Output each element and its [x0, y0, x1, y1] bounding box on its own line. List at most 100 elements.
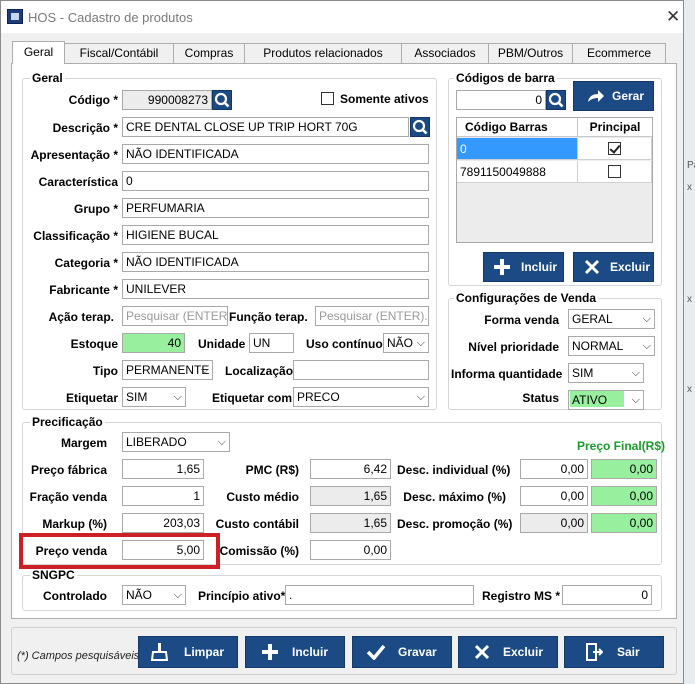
- controlado-select[interactable]: NÃO ⌵: [122, 585, 186, 605]
- chevron-down-icon: ⌵: [200, 364, 209, 376]
- custo-contabil-label: Custo contábil: [215, 517, 299, 531]
- codigo-search-button[interactable]: [212, 90, 232, 110]
- excluir-label: Excluir: [610, 260, 651, 274]
- markup-field[interactable]: 203,03: [122, 513, 204, 533]
- codigo-field[interactable]: 990008273: [122, 90, 212, 110]
- registro-ms-field[interactable]: 0: [562, 585, 652, 605]
- tipo-label: Tipo: [92, 364, 118, 378]
- desc-promocao-label: Desc. promoção (%): [397, 517, 513, 531]
- controlado-label: Controlado: [43, 589, 107, 603]
- chevron-down-icon: ⌵: [173, 391, 182, 403]
- search-icon: [412, 119, 428, 135]
- barcode-excluir-button[interactable]: Excluir: [573, 252, 654, 282]
- principal-checkbox[interactable]: [608, 142, 621, 155]
- apresentacao-field[interactable]: NÃO IDENTIFICADA: [122, 144, 429, 164]
- fabricante-label: Fabricante *: [49, 283, 118, 297]
- desc-promocao-field: 0,00: [520, 513, 588, 533]
- preco-fabrica-field[interactable]: 1,65: [122, 459, 204, 479]
- forma-venda-select[interactable]: GERAL ⌵: [568, 309, 655, 329]
- etiquetar-select[interactable]: SIM ⌵: [122, 387, 186, 407]
- chevron-down-icon: ⌵: [416, 337, 425, 349]
- gerar-label: Gerar: [612, 89, 645, 103]
- principal-checkbox[interactable]: [608, 165, 621, 178]
- etiquetar-com-select[interactable]: PRECO ⌵: [293, 387, 429, 407]
- classificacao-label: Classificação *: [33, 229, 118, 243]
- margem-select[interactable]: LIBERADO ⌵: [122, 432, 230, 452]
- fracao-venda-field[interactable]: 1: [122, 486, 204, 506]
- nivel-prioridade-value: NORMAL: [572, 339, 624, 353]
- preco-fabrica-label: Preço fábrica: [30, 463, 107, 477]
- grupo-field[interactable]: PERFUMARIA: [122, 198, 429, 218]
- product-register-window: HOS - Cadastro de produtos ✕ Geral Fisca…: [0, 0, 684, 684]
- desc-individual-field[interactable]: 0,00: [520, 459, 588, 479]
- descricao-search-button[interactable]: [410, 117, 430, 137]
- incluir-label: Incluir: [521, 260, 558, 274]
- unidade-field[interactable]: UN: [249, 333, 294, 353]
- gravar-label: Gravar: [398, 645, 437, 659]
- funcao-terap-field[interactable]: Pesquisar (ENTER)...: [315, 306, 429, 326]
- limpar-button[interactable]: Limpar: [138, 636, 238, 668]
- incluir-button[interactable]: Incluir: [245, 636, 345, 668]
- nivel-prioridade-select[interactable]: NORMAL ⌵: [568, 336, 655, 356]
- pmc-field[interactable]: 6,42: [310, 459, 391, 479]
- principio-ativo-label: Princípio ativo*: [198, 589, 286, 603]
- informa-quantidade-select[interactable]: SIM ⌵: [568, 363, 644, 383]
- barcodes-group-title: Códigos de barra: [454, 71, 557, 85]
- table-row-principal[interactable]: [578, 138, 652, 160]
- fracao-venda-label: Fração venda: [29, 490, 107, 504]
- acao-terap-label: Ação terap.: [48, 310, 114, 324]
- margem-value: LIBERADO: [126, 435, 187, 449]
- checkmark-icon: [366, 644, 386, 660]
- descricao-field[interactable]: CRE DENTAL CLOSE UP TRIP HORT 70G: [122, 117, 409, 137]
- background-window-edge: Paxxx: [684, 0, 695, 684]
- grupo-label: Grupo *: [74, 202, 118, 216]
- status-value: ATIVO: [570, 391, 624, 407]
- gerar-button[interactable]: Gerar: [573, 81, 654, 111]
- geral-group-title: Geral: [30, 71, 65, 85]
- caracteristica-field[interactable]: 0: [122, 171, 429, 191]
- exit-door-icon: [586, 643, 603, 661]
- uso-continuo-select[interactable]: NÃO ⌵: [383, 333, 429, 353]
- categoria-label: Categoria *: [54, 256, 118, 270]
- somente-ativos-checkbox[interactable]: [321, 92, 334, 105]
- gravar-button[interactable]: Gravar: [352, 636, 452, 668]
- chevron-down-icon: ⌵: [642, 340, 651, 352]
- excluir-button[interactable]: Excluir: [458, 636, 558, 668]
- broom-icon: [151, 643, 169, 661]
- custo-medio-label: Custo médio: [226, 490, 299, 504]
- acao-terap-field[interactable]: Pesquisar (ENTER)...: [122, 306, 228, 326]
- plus-icon: [262, 644, 278, 660]
- localizacao-field[interactable]: [293, 360, 429, 380]
- pmc-label: PMC (R$): [245, 463, 299, 477]
- comissao-label: Comissão (%): [219, 544, 299, 558]
- tipo-select[interactable]: PERMANENTE ⌵: [122, 360, 213, 380]
- caracteristica-label: Característica: [38, 175, 118, 189]
- comissao-field[interactable]: 0,00: [310, 540, 391, 560]
- categoria-field[interactable]: NÃO IDENTIFICADA: [122, 252, 429, 272]
- precificacao-group-title: Precificação: [30, 415, 105, 429]
- venda-group-title: Configurações de Venda: [454, 291, 599, 305]
- principio-ativo-field[interactable]: .: [285, 585, 474, 605]
- status-select[interactable]: ATIVO ⌵: [568, 390, 644, 410]
- codigo-label: Código *: [68, 93, 118, 107]
- uso-continuo-label: Uso contínuo: [306, 337, 383, 351]
- apresentacao-label: Apresentação *: [30, 148, 118, 162]
- estoque-field[interactable]: 40: [122, 333, 185, 353]
- chevron-down-icon: ⌵: [631, 394, 640, 406]
- fabricante-field[interactable]: UNILEVER: [122, 279, 429, 299]
- etiquetar-com-label: Etiquetar com: [212, 391, 293, 405]
- barcode-incluir-button[interactable]: Incluir: [483, 252, 564, 282]
- table-row-code[interactable]: 7891150049888: [457, 161, 578, 183]
- status-label: Status: [522, 391, 559, 405]
- sair-button[interactable]: Sair: [564, 636, 664, 668]
- forma-venda-label: Forma venda: [484, 313, 559, 327]
- classificacao-field[interactable]: HIGIENE BUCAL: [122, 225, 429, 245]
- desc-individual-label: Desc. individual (%): [397, 463, 511, 477]
- table-row-code[interactable]: 0: [457, 138, 578, 160]
- barcode-input[interactable]: 0: [456, 90, 546, 110]
- desc-maximo-field[interactable]: 0,00: [520, 486, 588, 506]
- markup-label: Markup (%): [42, 517, 107, 531]
- barcode-search-button[interactable]: [546, 90, 566, 110]
- table-row-principal[interactable]: [578, 161, 652, 183]
- localizacao-label: Localização: [225, 364, 294, 378]
